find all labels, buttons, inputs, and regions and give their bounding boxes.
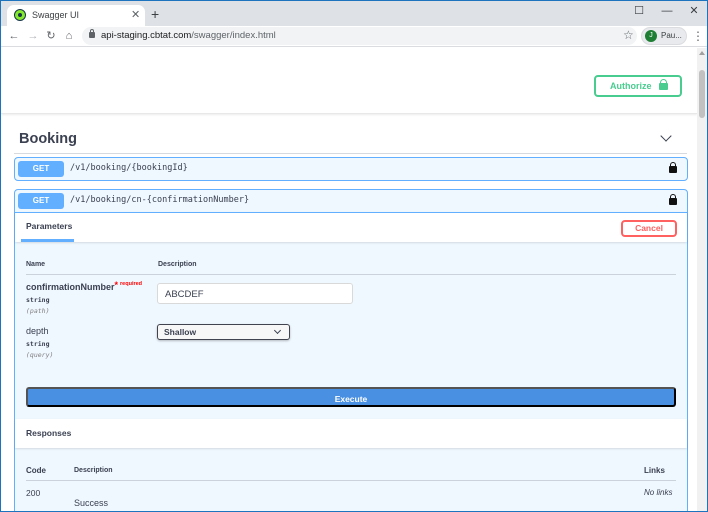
scrollbar-thumb[interactable] bbox=[699, 70, 705, 118]
tab-close-icon[interactable]: ✕ bbox=[131, 8, 140, 22]
response-column-links: Links bbox=[644, 466, 665, 475]
minimize-button[interactable]: — bbox=[653, 3, 681, 19]
operation-get-booking-by-confirmation: GET /v1/booking/cn-{confirmationNumber} … bbox=[14, 189, 688, 511]
execute-button[interactable]: Execute bbox=[26, 387, 676, 407]
back-icon[interactable]: ← bbox=[7, 29, 21, 43]
browser-window: Swagger UI ✕ + — ✕ ☐ ← → ↻ ⌂ api-staging… bbox=[0, 0, 708, 512]
required-label: required bbox=[120, 281, 143, 287]
secure-lock-icon bbox=[89, 29, 95, 38]
profile-button[interactable]: J Pau... bbox=[641, 27, 687, 45]
page-viewport: Authorize Booking GET /v1/booking/{booki… bbox=[1, 48, 697, 511]
column-header-name: Name bbox=[26, 261, 46, 268]
lock-icon[interactable] bbox=[669, 162, 677, 173]
operation-summary[interactable]: GET /v1/booking/cn-{confirmationNumber} bbox=[15, 190, 687, 212]
tab-active-indicator bbox=[21, 239, 74, 242]
chevron-down-icon[interactable] bbox=[660, 130, 672, 142]
response-column-description: Description bbox=[74, 467, 113, 474]
section-divider bbox=[14, 153, 687, 154]
bookmark-star-icon[interactable]: ☆ bbox=[623, 28, 634, 42]
tab-strip: Swagger UI ✕ + — ✕ ☐ bbox=[1, 1, 707, 26]
auth-wrapper: Authorize bbox=[1, 48, 697, 114]
operation-path: /v1/booking/{bookingId} bbox=[70, 163, 188, 173]
address-bar[interactable]: api-staging.cbtat.com/swagger/index.html… bbox=[82, 27, 637, 45]
reload-icon[interactable]: ↻ bbox=[44, 29, 58, 43]
response-code: 200 bbox=[26, 488, 41, 498]
param-type: string bbox=[26, 340, 50, 348]
tab-title: Swagger UI bbox=[32, 10, 80, 20]
profile-name: Pau... bbox=[661, 31, 682, 40]
scroll-up-arrow-icon[interactable] bbox=[699, 51, 705, 55]
responses-title: Responses bbox=[26, 428, 72, 438]
param-name: confirmationNumber* required bbox=[26, 280, 143, 292]
confirmation-number-input[interactable]: ABCDEF bbox=[157, 283, 353, 304]
chevron-down-icon bbox=[273, 326, 282, 335]
browser-toolbar: ← → ↻ ⌂ api-staging.cbtat.com/swagger/in… bbox=[1, 26, 707, 47]
authorize-label: Authorize bbox=[610, 81, 652, 91]
url-text: api-staging.cbtat.com/swagger/index.html bbox=[101, 30, 276, 41]
parameters-header: Parameters Cancel bbox=[15, 212, 687, 242]
depth-select-value: Shallow bbox=[164, 327, 197, 337]
param-name-text: confirmationNumber bbox=[26, 282, 115, 292]
responses-header: Responses bbox=[15, 419, 687, 448]
param-type: string bbox=[26, 296, 50, 304]
responses-table-divider bbox=[26, 480, 676, 481]
page-scrollbar[interactable] bbox=[697, 48, 707, 511]
authorize-button[interactable]: Authorize bbox=[594, 75, 682, 97]
operation-path: /v1/booking/cn-{confirmationNumber} bbox=[70, 195, 250, 205]
section-title[interactable]: Booking bbox=[19, 131, 77, 147]
param-location: (query) bbox=[26, 351, 54, 359]
maximize-button[interactable]: ☐ bbox=[625, 3, 653, 19]
response-links: No links bbox=[644, 488, 673, 497]
column-header-description: Description bbox=[158, 261, 197, 268]
close-window-button[interactable]: ✕ bbox=[683, 3, 705, 19]
response-column-code: Code bbox=[26, 466, 46, 475]
lock-icon[interactable] bbox=[669, 194, 677, 205]
browser-menu-icon[interactable]: ⋮ bbox=[692, 29, 704, 43]
method-badge: GET bbox=[18, 161, 64, 177]
new-tab-button[interactable]: + bbox=[151, 7, 159, 21]
avatar: J bbox=[645, 30, 657, 42]
cancel-button[interactable]: Cancel bbox=[621, 220, 677, 237]
tab-parameters[interactable]: Parameters bbox=[26, 221, 72, 231]
operation-summary[interactable]: GET /v1/booking/{bookingId} bbox=[15, 158, 687, 180]
forward-icon[interactable]: → bbox=[26, 29, 40, 43]
param-location: (path) bbox=[26, 307, 50, 315]
depth-select[interactable]: Shallow bbox=[157, 324, 290, 340]
swagger-favicon-icon bbox=[14, 9, 26, 21]
browser-tab[interactable]: Swagger UI ✕ bbox=[7, 5, 145, 26]
param-name: depth bbox=[26, 326, 49, 336]
url-path: /swagger/index.html bbox=[191, 30, 276, 41]
params-table-divider bbox=[26, 274, 676, 275]
response-description: Success bbox=[74, 498, 109, 508]
home-icon[interactable]: ⌂ bbox=[62, 29, 76, 43]
url-host: api-staging.cbtat.com bbox=[101, 30, 192, 41]
required-star: * bbox=[114, 280, 119, 290]
unlock-icon bbox=[659, 79, 668, 90]
method-badge: GET bbox=[18, 193, 64, 209]
operation-get-booking-by-id: GET /v1/booking/{bookingId} bbox=[14, 157, 688, 181]
